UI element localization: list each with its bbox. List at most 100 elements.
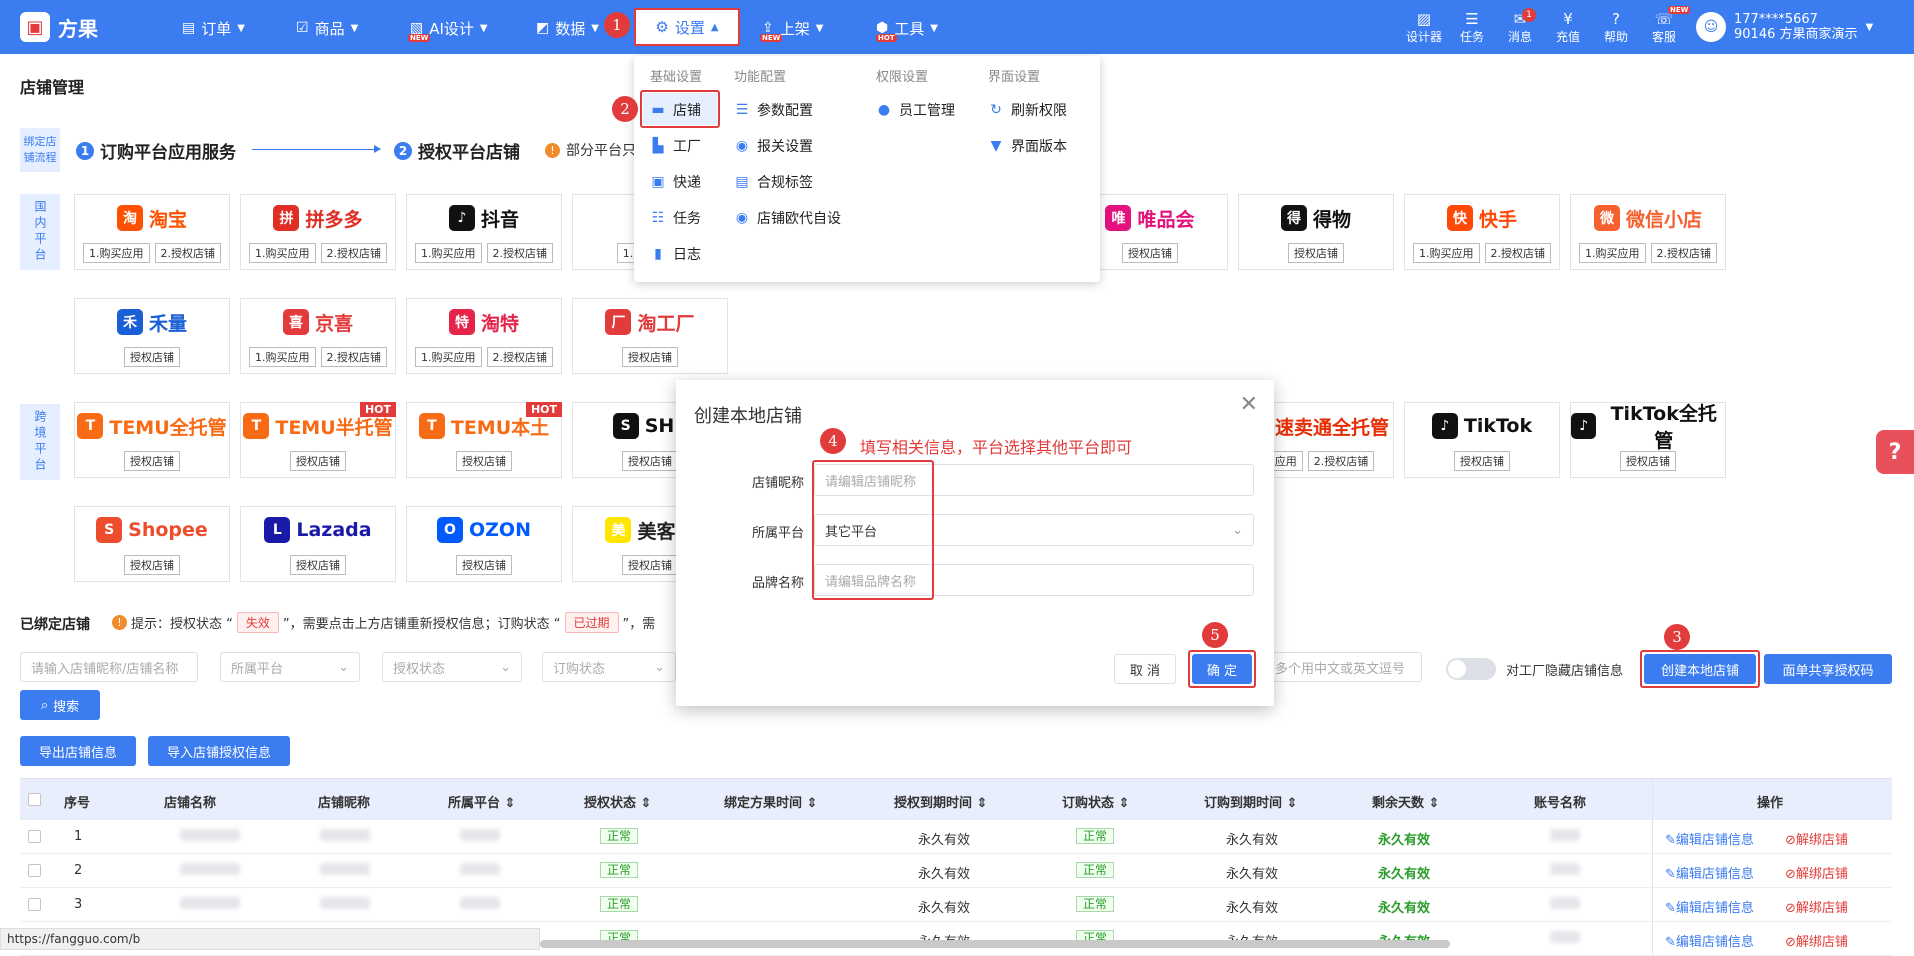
platform-card[interactable]: ♪ TikTok全托管 授权店铺 [1570, 402, 1726, 478]
edit-store-link[interactable]: ✎编辑店铺信息 [1665, 897, 1754, 916]
col-header-sortable[interactable]: 绑定方果时间 ⇕ [724, 792, 817, 811]
platform-action-button[interactable]: 2.授权店铺 [1484, 243, 1551, 263]
platform-card[interactable]: 特淘特 1.购买应用 2.授权店铺 [406, 298, 562, 374]
row-checkbox[interactable] [28, 830, 41, 843]
close-icon[interactable]: ✕ [1240, 392, 1258, 417]
platform-action-button[interactable]: 2.授权店铺 [486, 347, 553, 367]
platform-action-button[interactable]: 1.购买应用 [83, 243, 150, 263]
platform-card[interactable]: L Lazada 授权店铺 [240, 506, 396, 582]
platform-card[interactable]: 快快手 1.购买应用 2.授权店铺 [1404, 194, 1560, 270]
platform-card[interactable]: T TEMU本土 授权店铺 HOT [406, 402, 562, 478]
col-header-sortable[interactable]: 订购到期时间 ⇕ [1204, 792, 1297, 811]
platform-card[interactable]: 得得物 授权店铺 [1238, 194, 1394, 270]
platform-action-button[interactable]: 1.购买应用 [415, 243, 482, 263]
platform-action-button[interactable]: 授权店铺 [622, 347, 678, 367]
menu-item-express[interactable]: ▣ 快递 [650, 172, 701, 192]
menu-item-task[interactable]: ☷ 任务 [650, 208, 701, 228]
floating-help-button[interactable]: ? [1876, 430, 1914, 474]
edit-store-link[interactable]: ✎编辑店铺信息 [1665, 863, 1754, 882]
platform-action-button[interactable]: 1.购买应用 [415, 347, 482, 367]
row-checkbox[interactable] [28, 898, 41, 911]
platform-action-button[interactable]: 授权店铺 [1620, 451, 1676, 471]
order-status-select[interactable]: 订购状态 ⌄ [542, 652, 676, 682]
platform-action-button[interactable]: 授权店铺 [290, 555, 346, 575]
row-checkbox[interactable] [28, 864, 41, 877]
platform-action-button[interactable]: 1.购买应用 [249, 347, 316, 367]
platform-action-button[interactable]: 2.授权店铺 [320, 243, 387, 263]
col-header-sortable[interactable]: 授权到期时间 ⇕ [894, 792, 987, 811]
edit-store-link[interactable]: ✎编辑店铺信息 [1665, 931, 1754, 950]
platform-action-button[interactable]: 授权店铺 [124, 451, 180, 471]
edit-store-link[interactable]: ✎编辑店铺信息 [1665, 829, 1754, 848]
platform-card[interactable]: 微微信小店 1.购买应用 2.授权店铺 [1570, 194, 1726, 270]
platform-action-button[interactable]: 2.授权店铺 [1650, 243, 1717, 263]
share-code-button[interactable]: 面单共享授权码 [1764, 654, 1892, 684]
select-all-checkbox[interactable] [28, 793, 41, 806]
nav-task[interactable]: ☰ 任务 [1452, 10, 1492, 45]
nav-goods[interactable]: ☑ 商品 ▼ [296, 16, 358, 40]
logo[interactable]: ▣ 方果 [20, 12, 98, 42]
hide-factory-toggle[interactable] [1446, 658, 1496, 680]
platform-action-button[interactable]: 授权店铺 [456, 555, 512, 575]
nav-settings[interactable]: ⚙ 设置 ▲ [634, 8, 740, 46]
table-row[interactable]: 2 正常 永久有效 正常 永久有效 永久有效 ✎编辑店铺信息 ⊘解绑店铺 [20, 854, 1892, 888]
col-header-sortable[interactable]: 订购状态 ⇕ [1062, 792, 1129, 811]
col-header-sortable[interactable]: 所属平台 ⇕ [448, 792, 515, 811]
table-row[interactable]: 3 正常 永久有效 正常 永久有效 永久有效 ✎编辑店铺信息 ⊘解绑店铺 [20, 888, 1892, 922]
nav-order[interactable]: ▤ 订单 ▼ [182, 16, 245, 40]
platform-card[interactable]: S Shopee 授权店铺 [74, 506, 230, 582]
platform-card[interactable]: 淘淘宝 1.购买应用 2.授权店铺 [74, 194, 230, 270]
platform-action-button[interactable]: 2.授权店铺 [154, 243, 221, 263]
platform-select[interactable]: 所属平台 ⌄ [220, 652, 360, 682]
platform-action-button[interactable]: 1.购买应用 [1579, 243, 1646, 263]
menu-item-ui-version[interactable]: ▼ 界面版本 [988, 136, 1067, 156]
unbind-store-link[interactable]: ⊘解绑店铺 [1785, 829, 1848, 848]
platform-card[interactable]: T TEMU全托管 授权店铺 [74, 402, 230, 478]
store-search-input[interactable]: 请输入店铺昵称/店铺名称 [20, 652, 198, 682]
cancel-button[interactable]: 取 消 [1114, 654, 1176, 684]
platform-card[interactable]: ♪ TikTok 授权店铺 [1404, 402, 1560, 478]
unbind-store-link[interactable]: ⊘解绑店铺 [1785, 897, 1848, 916]
search-button[interactable]: ⌕ 搜索 [20, 690, 100, 720]
platform-action-button[interactable]: 2.授权店铺 [320, 347, 387, 367]
user-menu[interactable]: ☺ 177****5667 90146 方果商家演示 ▼ [1696, 12, 1873, 42]
platform-action-button[interactable]: 2.授权店铺 [1307, 451, 1375, 471]
platform-action-button[interactable]: 授权店铺 [124, 347, 180, 367]
platform-action-button[interactable]: 授权店铺 [622, 451, 678, 471]
nav-recharge[interactable]: ¥ 充值 [1548, 10, 1588, 45]
platform-card[interactable]: T TEMU半托管 授权店铺 HOT [240, 402, 396, 478]
horizontal-scrollbar[interactable] [540, 940, 1450, 948]
nav-service[interactable]: ☏ 客服 [1644, 10, 1684, 45]
platform-card[interactable]: 禾禾量 授权店铺 [74, 298, 230, 374]
platform-action-button[interactable]: 2.授权店铺 [486, 243, 553, 263]
menu-item-eu-rep[interactable]: ◉ 店铺欧代自设 [734, 208, 841, 228]
nav-designer[interactable]: ▨ 设计器 [1404, 10, 1444, 45]
platform-card[interactable]: 喜京喜 1.购买应用 2.授权店铺 [240, 298, 396, 374]
multi-input[interactable]: 多个用中文或英文逗号 [1264, 652, 1422, 682]
platform-action-button[interactable]: 授权店铺 [1454, 451, 1510, 471]
auth-status-select[interactable]: 授权状态 ⌄ [382, 652, 522, 682]
platform-action-button[interactable]: 授权店铺 [290, 451, 346, 471]
menu-item-compliance[interactable]: ▤ 合规标签 [734, 172, 813, 192]
platform-action-button[interactable]: 1.购买应用 [1413, 243, 1480, 263]
platform-card[interactable]: 拼拼多多 1.购买应用 2.授权店铺 [240, 194, 396, 270]
export-button[interactable]: 导出店铺信息 [20, 736, 136, 766]
platform-card[interactable]: 厂淘工厂 授权店铺 [572, 298, 728, 374]
menu-item-params[interactable]: ☰ 参数配置 [734, 100, 813, 120]
menu-item-log[interactable]: ▮ 日志 [650, 244, 701, 264]
menu-item-refresh[interactable]: ↻ 刷新权限 [988, 100, 1067, 120]
platform-card[interactable]: O OZON 授权店铺 [406, 506, 562, 582]
menu-item-factory[interactable]: ▙ 工厂 [650, 136, 701, 156]
col-header-sortable[interactable]: 剩余天数 ⇕ [1372, 792, 1439, 811]
unbind-store-link[interactable]: ⊘解绑店铺 [1785, 931, 1848, 950]
unbind-store-link[interactable]: ⊘解绑店铺 [1785, 863, 1848, 882]
platform-action-button[interactable]: 授权店铺 [622, 555, 678, 575]
menu-item-customs[interactable]: ◉ 报关设置 [734, 136, 813, 156]
nav-help[interactable]: ? 帮助 [1596, 10, 1636, 45]
menu-item-staff[interactable]: ● 员工管理 [876, 100, 955, 120]
col-header-sortable[interactable]: 授权状态 ⇕ [584, 792, 651, 811]
platform-action-button[interactable]: 授权店铺 [456, 451, 512, 471]
platform-action-button[interactable]: 授权店铺 [124, 555, 180, 575]
table-row[interactable]: 1 正常 永久有效 正常 永久有效 永久有效 ✎编辑店铺信息 ⊘解绑店铺 [20, 820, 1892, 854]
platform-action-button[interactable]: 授权店铺 [1122, 243, 1178, 263]
